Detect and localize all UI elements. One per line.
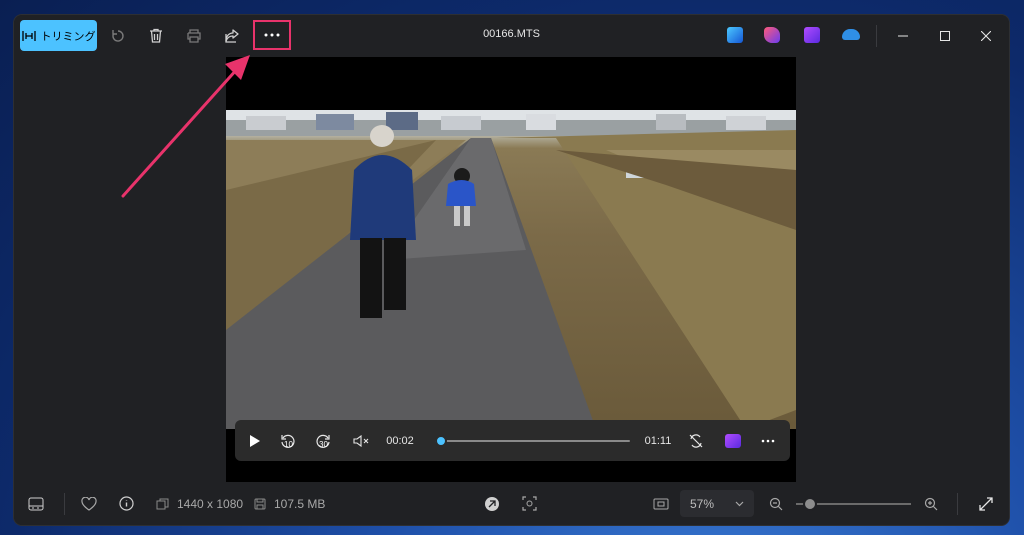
zoom-out-button[interactable]	[769, 482, 783, 525]
more-icon	[761, 439, 775, 442]
share-icon	[225, 29, 239, 43]
filmstrip-button[interactable]	[28, 482, 44, 525]
storage-icon	[254, 498, 266, 509]
enhance-icon	[485, 496, 499, 511]
seek-bar[interactable]	[434, 435, 630, 447]
minimize-button[interactable]	[893, 26, 913, 46]
rotate-button[interactable]	[106, 24, 130, 48]
skip-back-button[interactable]: 10	[275, 420, 301, 461]
zoom-dropdown[interactable]: 57%	[680, 490, 754, 517]
zoom-slider-thumb[interactable]	[802, 497, 817, 511]
fit-to-window-button[interactable]	[653, 482, 669, 525]
fullscreen-icon	[979, 496, 993, 511]
info-icon	[119, 496, 134, 511]
current-time: 00:02	[386, 434, 414, 447]
file-size-info: 107.5 MB	[254, 482, 325, 525]
favorite-button[interactable]	[81, 482, 97, 525]
print-icon	[187, 29, 201, 43]
zoom-in-icon	[924, 497, 938, 510]
onedrive-icon[interactable]	[842, 29, 860, 40]
file-size-text: 107.5 MB	[274, 496, 326, 511]
resolution-info: 1440 x 1080	[156, 482, 243, 525]
close-button[interactable]	[976, 26, 996, 46]
delete-icon	[150, 28, 162, 43]
filmstrip-icon	[28, 497, 44, 510]
bottom-divider	[64, 493, 65, 515]
clipchamp-icon[interactable]	[764, 27, 780, 43]
resolution-text: 1440 x 1080	[177, 496, 244, 511]
total-time: 01:11	[644, 434, 672, 447]
title-bar: トリミング 00166.MTS	[14, 15, 1009, 57]
player-more-button[interactable]	[755, 420, 781, 461]
rotate-icon	[112, 30, 124, 42]
maximize-icon	[940, 31, 950, 41]
trim-button[interactable]: トリミング	[20, 20, 97, 51]
minimize-icon	[898, 35, 908, 37]
seek-thumb[interactable]	[434, 435, 447, 447]
close-icon	[981, 31, 991, 41]
photoshop-express-icon[interactable]	[727, 27, 743, 43]
more-options-button[interactable]	[253, 20, 291, 50]
visual-search-icon	[522, 496, 537, 511]
photos-window: トリミング 00166.MTS 10 30 00:02 01:11 1440 x…	[14, 15, 1009, 525]
video-editor-icon	[725, 433, 741, 448]
share-button[interactable]	[220, 24, 244, 48]
play-icon	[250, 434, 260, 447]
more-icon	[264, 33, 280, 37]
mute-icon	[353, 434, 369, 447]
visual-search-button[interactable]	[522, 482, 537, 525]
video-player-controls: 10 30 00:02 01:11	[235, 420, 790, 461]
delete-button[interactable]	[144, 24, 168, 48]
image-size-icon	[156, 498, 169, 509]
mute-button[interactable]	[348, 420, 374, 461]
play-button[interactable]	[243, 420, 267, 461]
video-stage: 10 30 00:02 01:11	[226, 57, 796, 482]
zoom-in-button[interactable]	[924, 482, 938, 525]
video-scene	[226, 110, 796, 429]
trim-label: トリミング	[40, 30, 96, 43]
info-button[interactable]	[119, 482, 134, 525]
zoom-out-icon	[769, 497, 783, 510]
fullscreen-button[interactable]	[979, 482, 993, 525]
skip-forward-button[interactable]: 30	[310, 420, 336, 461]
fit-icon	[653, 498, 669, 509]
heart-icon	[81, 496, 97, 511]
file-title: 00166.MTS	[483, 28, 540, 40]
maximize-button[interactable]	[935, 26, 955, 46]
trim-icon	[21, 30, 36, 41]
enhance-button[interactable]	[484, 482, 500, 525]
print-button[interactable]	[182, 24, 206, 48]
skip-back-label: 10	[284, 440, 293, 449]
bottom-bar: 1440 x 1080 107.5 MB 57%	[14, 482, 1009, 525]
video-frame[interactable]	[226, 110, 796, 429]
titlebar-divider	[876, 25, 877, 47]
zoom-level: 57%	[690, 496, 715, 511]
bottom-divider-right	[957, 493, 958, 515]
video-editor-button[interactable]	[720, 420, 746, 461]
repeat-off-icon	[689, 433, 703, 448]
video-editor-icon[interactable]	[804, 27, 820, 43]
skip-forward-label: 30	[319, 440, 328, 449]
chevron-down-icon	[735, 501, 744, 507]
repeat-button[interactable]	[683, 420, 709, 461]
